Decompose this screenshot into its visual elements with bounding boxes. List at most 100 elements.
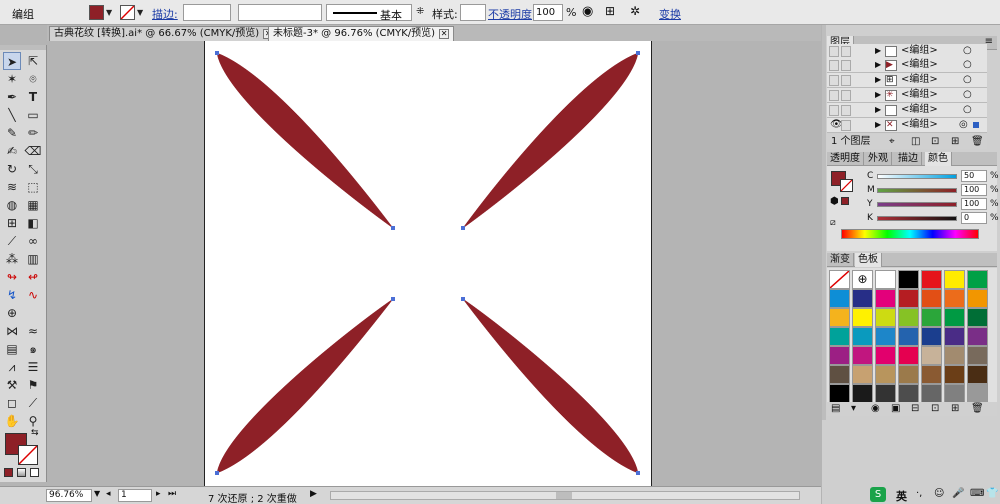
zoom-field[interactable]: 96.76% bbox=[46, 489, 92, 502]
slice-tool-icon[interactable]: ⟋ bbox=[24, 394, 42, 412]
color-swatch[interactable] bbox=[944, 270, 965, 289]
layer-row[interactable]: ▶ ⊞ <编组> ○ bbox=[827, 73, 987, 88]
lock-toggle[interactable] bbox=[841, 120, 851, 131]
fill-dropdown-icon[interactable]: ▼ bbox=[106, 8, 112, 17]
stroke-dropdown-icon[interactable]: ▼ bbox=[137, 8, 143, 17]
tab-swatches[interactable]: 色板 bbox=[855, 253, 882, 267]
color-spectrum-bar[interactable] bbox=[841, 229, 979, 239]
color-swatch[interactable] bbox=[829, 289, 850, 308]
color-swatch[interactable] bbox=[829, 346, 850, 365]
grid-tool-icon[interactable]: ▤ bbox=[3, 340, 21, 358]
target-icon[interactable]: ○ bbox=[963, 44, 972, 58]
hand-tool-icon[interactable]: ✋ bbox=[3, 412, 21, 430]
color-swatch[interactable] bbox=[875, 346, 896, 365]
eraser-tool-icon[interactable]: ⌫ bbox=[24, 142, 42, 160]
color-swatch[interactable] bbox=[944, 289, 965, 308]
anchor-point[interactable] bbox=[461, 226, 465, 230]
color-swatch[interactable] bbox=[829, 365, 850, 384]
color-swatch[interactable] bbox=[875, 289, 896, 308]
type-tool-icon[interactable]: T bbox=[24, 88, 42, 106]
channel-slider[interactable] bbox=[877, 174, 957, 179]
color-swatch[interactable] bbox=[944, 365, 965, 384]
layer-row[interactable]: ▶ ▶ <编组> ○ bbox=[827, 58, 987, 73]
chevron-right-icon[interactable]: ▶ bbox=[875, 73, 881, 87]
show-kinds-icon[interactable]: ▣ bbox=[891, 402, 900, 416]
none-swatch-icon[interactable]: ⧄ bbox=[830, 218, 836, 228]
stroke-color-swatch[interactable] bbox=[120, 5, 135, 20]
color-swatch[interactable] bbox=[829, 270, 850, 289]
next-artboard-icon[interactable]: ▸ bbox=[156, 489, 161, 499]
channel-slider[interactable] bbox=[877, 216, 957, 221]
rectangle-tool-icon[interactable]: ▭ bbox=[24, 106, 42, 124]
transform-link[interactable]: 变换 bbox=[659, 6, 681, 22]
color-swatch[interactable] bbox=[944, 308, 965, 327]
leaf-shape-top-right[interactable] bbox=[462, 52, 639, 229]
blend-tool-icon[interactable]: ∞ bbox=[24, 232, 42, 250]
color-swatch[interactable] bbox=[921, 270, 942, 289]
color-swatch[interactable] bbox=[852, 384, 873, 403]
anchor-point[interactable] bbox=[391, 297, 395, 301]
emoji-icon[interactable]: ☺ bbox=[934, 488, 944, 499]
pen-tool-icon[interactable]: ✒ bbox=[3, 88, 21, 106]
color-swatch[interactable] bbox=[829, 308, 850, 327]
color-swatch[interactable] bbox=[967, 384, 988, 403]
visibility-toggle[interactable] bbox=[829, 75, 839, 86]
warp-tool-icon[interactable]: ≋ bbox=[3, 178, 21, 196]
channel-input[interactable]: 100 bbox=[961, 184, 987, 196]
blob-brush-tool-icon[interactable]: ✍ bbox=[3, 142, 21, 160]
lock-toggle[interactable] bbox=[841, 46, 851, 57]
new-color-group-icon[interactable]: ⊟ bbox=[911, 402, 919, 416]
color-swatch[interactable] bbox=[967, 270, 988, 289]
channel-slider[interactable] bbox=[877, 188, 957, 193]
tab-transparency[interactable]: 透明度 bbox=[827, 152, 864, 166]
color-swatch[interactable] bbox=[944, 346, 965, 365]
lock-toggle[interactable] bbox=[841, 75, 851, 86]
color-swatch[interactable] bbox=[852, 327, 873, 346]
locate-object-icon[interactable]: ⌖ bbox=[889, 134, 895, 149]
rotate-tool-icon[interactable]: ↻ bbox=[3, 160, 21, 178]
opacity-label[interactable]: 不透明度 bbox=[488, 6, 532, 22]
anchor-point[interactable] bbox=[215, 51, 219, 55]
color-swatch[interactable] bbox=[875, 384, 896, 403]
color-swatch[interactable] bbox=[921, 308, 942, 327]
lasso-tool-icon[interactable]: ⌾ bbox=[24, 70, 42, 88]
chevron-right-icon[interactable]: ▶ bbox=[875, 103, 881, 117]
leaf-shape-bottom-right[interactable] bbox=[462, 298, 639, 474]
color-swatch[interactable] bbox=[898, 365, 919, 384]
canvas-area[interactable] bbox=[47, 41, 821, 486]
visibility-toggle[interactable] bbox=[829, 105, 839, 116]
custom-tool-a-icon[interactable]: ↬ bbox=[3, 268, 21, 286]
channel-input[interactable]: 50 bbox=[961, 170, 987, 182]
color-swatch[interactable] bbox=[875, 327, 896, 346]
zigzag-tool-icon[interactable]: ⩘ bbox=[3, 358, 21, 376]
keyboard-icon[interactable]: ⌨ bbox=[970, 488, 984, 499]
color-swatch[interactable]: ⊕ bbox=[852, 270, 873, 289]
stroke-label[interactable]: 描边: bbox=[152, 6, 178, 22]
color-swatch[interactable] bbox=[898, 308, 919, 327]
recolor-icon[interactable]: ◉ bbox=[582, 4, 593, 19]
visibility-toggle[interactable] bbox=[829, 90, 839, 101]
line-tool-icon[interactable]: ╲ bbox=[3, 106, 21, 124]
pencil-tool-icon[interactable]: ✏ bbox=[24, 124, 42, 142]
color-swatch[interactable] bbox=[829, 327, 850, 346]
scrollbar-thumb[interactable] bbox=[556, 492, 572, 499]
status-menu-icon[interactable]: ▶ bbox=[310, 489, 317, 499]
doc-tab-1[interactable]: 古典花纹 [转换].ai* @ 66.67% (CMYK/预览)✕ bbox=[49, 26, 279, 41]
color-swatch[interactable] bbox=[921, 327, 942, 346]
mesh-tool-icon[interactable]: ⊞ bbox=[3, 214, 21, 232]
color-swatch[interactable] bbox=[898, 384, 919, 403]
color-swatch[interactable] bbox=[967, 289, 988, 308]
knife-tool-icon[interactable]: ⚒ bbox=[3, 376, 21, 394]
target-icon[interactable]: ○ bbox=[963, 73, 972, 87]
custom-tool-d-icon[interactable]: ∿ bbox=[24, 286, 42, 304]
color-swatch[interactable] bbox=[852, 308, 873, 327]
gradient-mode-icon[interactable] bbox=[17, 468, 26, 477]
leaf-shape-bottom-left[interactable] bbox=[216, 298, 394, 474]
anchor-point[interactable] bbox=[461, 297, 465, 301]
target-icon[interactable]: ○ bbox=[963, 58, 972, 72]
new-swatch-icon[interactable]: ⊡ bbox=[931, 402, 939, 416]
symbol-sprayer-tool-icon[interactable]: ⁂ bbox=[3, 250, 21, 268]
twirl-tool-icon[interactable]: ๑ bbox=[24, 340, 42, 358]
variable-width-field[interactable] bbox=[238, 4, 322, 21]
out-of-gamut-icon[interactable]: ⬢ bbox=[830, 196, 839, 207]
